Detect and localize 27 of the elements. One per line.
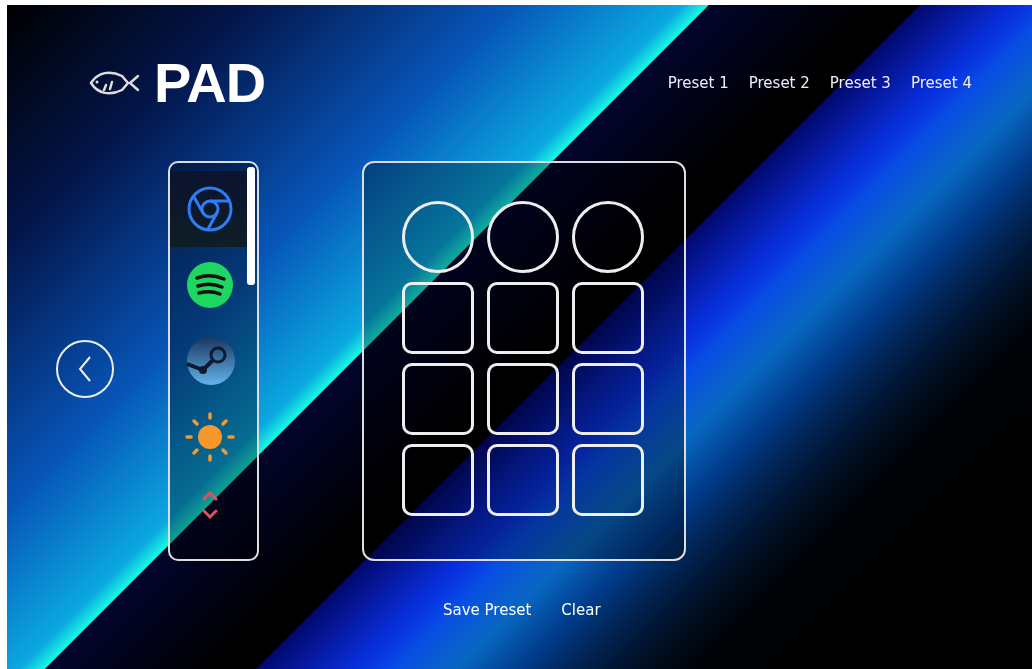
sun-icon [184, 411, 236, 463]
gear-knob-icon [183, 336, 237, 386]
square-pad-button[interactable] [487, 282, 559, 354]
action-button[interactable]: Save Preset [443, 599, 532, 622]
back-button[interactable] [56, 340, 114, 398]
square-pad-button[interactable] [572, 363, 644, 435]
action-button[interactable]: Clear [561, 599, 601, 622]
app-list-item[interactable] [170, 171, 250, 247]
browser-icon [186, 185, 234, 233]
square-pad-button[interactable] [402, 444, 474, 516]
scrollbar-thumb[interactable] [247, 167, 255, 285]
square-pad-button[interactable] [487, 444, 559, 516]
round-pad-button[interactable] [402, 201, 474, 273]
square-pad-button[interactable] [402, 363, 474, 435]
chevron-left-icon [77, 355, 93, 383]
round-pad-button[interactable] [572, 201, 644, 273]
logo-text: PAD [154, 55, 266, 111]
square-pad-button[interactable] [572, 282, 644, 354]
preset-tab[interactable]: Preset 3 [819, 71, 901, 95]
square-pad-button[interactable] [572, 444, 644, 516]
preset-tab[interactable]: Preset 1 [657, 71, 739, 95]
square-pad-button[interactable] [402, 282, 474, 354]
preset-tab[interactable]: Preset 4 [900, 71, 982, 95]
preset-tab[interactable]: Preset 2 [738, 71, 820, 95]
sound-waves-icon [186, 261, 234, 309]
round-pad-button[interactable] [487, 201, 559, 273]
square-pad-button[interactable] [487, 363, 559, 435]
